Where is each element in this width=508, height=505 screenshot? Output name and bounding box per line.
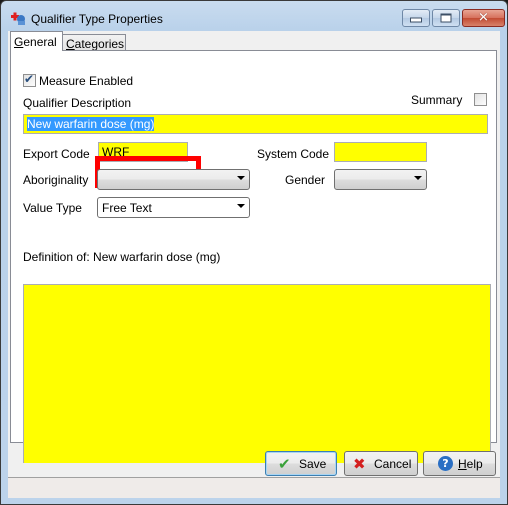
summary-checkbox[interactable] (474, 93, 487, 106)
general-tab-page: ✔ Measure Enabled Qualifier Description … (10, 50, 497, 463)
help-button[interactable]: ? Help (423, 451, 496, 476)
maximize-icon (440, 13, 452, 23)
dialog-client: General Categories ✔ Measure Enabled Qua… (8, 31, 500, 498)
tab-general[interactable]: General (10, 31, 63, 51)
system-code-input[interactable] (334, 142, 427, 162)
measure-enabled-label: Measure Enabled (39, 74, 134, 88)
export-code-label: Export Code (23, 147, 90, 161)
close-button[interactable]: ✕ (462, 9, 505, 27)
chevron-down-icon (237, 204, 245, 208)
button-bar: ✔ Save ✖ Cancel ? Help (8, 443, 500, 476)
definition-label: Definition of: New warfarin dose (mg) (23, 250, 221, 264)
close-icon: ✕ (478, 10, 489, 26)
minimize-icon (410, 17, 422, 23)
value-type-dropdown[interactable]: Free Text (97, 197, 250, 218)
chevron-down-icon (414, 176, 422, 180)
cancel-button[interactable]: ✖ Cancel (344, 451, 418, 476)
qualifier-description-input[interactable]: New warfarin dose (mg) (23, 114, 488, 134)
aboriginality-label: Aboriginality (23, 173, 89, 187)
checkmark-icon: ✔ (24, 72, 35, 86)
definition-textarea[interactable] (23, 284, 491, 463)
aboriginality-dropdown[interactable] (97, 169, 250, 190)
system-code-label: System Code (257, 147, 330, 161)
qualifier-description-label: Qualifier Description (23, 96, 132, 110)
title-bar[interactable]: Qualifier Type Properties ✕ (1, 1, 507, 35)
summary-label: Summary (411, 93, 463, 107)
minimize-button[interactable] (402, 9, 430, 27)
gender-dropdown[interactable] (334, 169, 427, 190)
tab-categories[interactable]: Categories (62, 34, 126, 51)
dialog-window: Qualifier Type Properties ✕ General Cate… (0, 0, 508, 505)
checkmark-icon: ✔ (278, 455, 291, 473)
cancel-x-icon: ✖ (353, 455, 366, 473)
maximize-button[interactable] (432, 9, 460, 27)
value-type-label: Value Type (23, 201, 82, 215)
qualifier-app-icon (11, 12, 25, 25)
tab-strip: General Categories (8, 31, 500, 51)
chevron-down-icon (237, 176, 245, 180)
window-title: Qualifier Type Properties (31, 12, 163, 26)
gender-label: Gender (285, 173, 326, 187)
help-icon: ? (438, 456, 453, 471)
save-button[interactable]: ✔ Save (265, 451, 337, 476)
status-bar (8, 477, 500, 498)
measure-enabled-checkbox[interactable]: ✔ (23, 72, 36, 87)
